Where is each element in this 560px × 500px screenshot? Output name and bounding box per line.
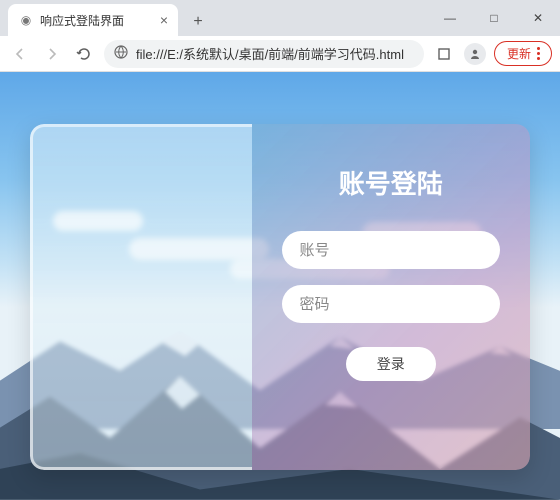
password-input[interactable] <box>282 285 501 323</box>
new-tab-button[interactable]: + <box>184 8 212 36</box>
forward-button[interactable] <box>40 42 64 66</box>
browser-title-bar: ◉ 响应式登陆界面 × + — □ ✕ <box>0 0 560 36</box>
window-minimize-button[interactable]: — <box>428 3 472 33</box>
update-button[interactable]: 更新 <box>494 41 552 66</box>
reload-button[interactable] <box>72 42 96 66</box>
window-maximize-button[interactable]: □ <box>472 3 516 33</box>
browser-toolbar: file:///E:/系统默认/桌面/前端/前端学习代码.html 更新 <box>0 36 560 72</box>
address-bar[interactable]: file:///E:/系统默认/桌面/前端/前端学习代码.html <box>104 40 424 68</box>
login-card: 账号登陆 登录 <box>30 124 530 470</box>
browser-tab[interactable]: ◉ 响应式登陆界面 × <box>8 4 178 36</box>
update-label: 更新 <box>507 45 531 62</box>
tab-title: 响应式登陆界面 <box>40 12 154 29</box>
profile-icon[interactable] <box>464 43 486 65</box>
window-close-button[interactable]: ✕ <box>516 3 560 33</box>
login-card-visual <box>30 124 252 470</box>
username-input[interactable] <box>282 231 501 269</box>
close-icon[interactable]: × <box>160 12 168 28</box>
page-viewport: 账号登陆 登录 <box>0 72 560 500</box>
login-button[interactable]: 登录 <box>346 347 436 381</box>
globe-icon: ◉ <box>18 12 34 28</box>
login-title: 账号登陆 <box>339 164 443 201</box>
address-text: file:///E:/系统默认/桌面/前端/前端学习代码.html <box>136 44 414 63</box>
login-form: 账号登陆 登录 <box>252 124 531 470</box>
back-button[interactable] <box>8 42 32 66</box>
site-info-icon[interactable] <box>114 45 128 62</box>
extensions-icon[interactable] <box>432 42 456 66</box>
window-controls: — □ ✕ <box>428 0 560 36</box>
menu-icon <box>537 47 541 60</box>
